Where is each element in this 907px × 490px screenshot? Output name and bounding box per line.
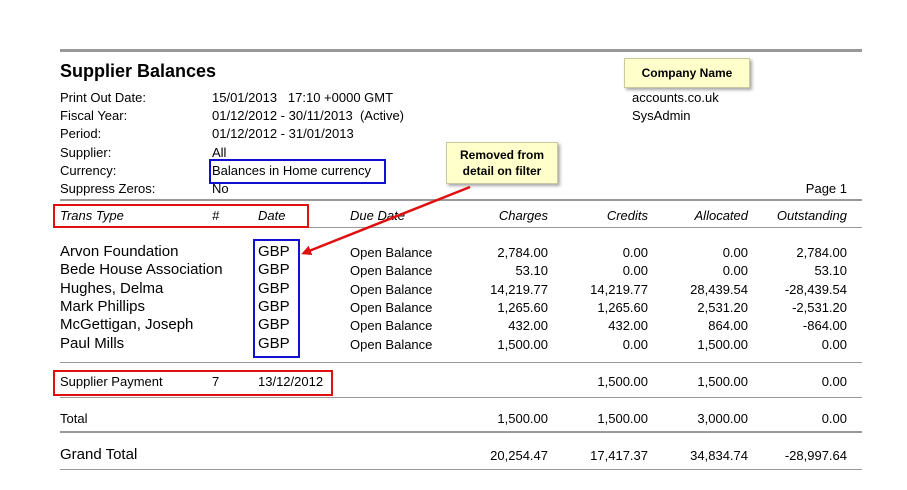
annotation-arrow-icon bbox=[301, 185, 471, 256]
